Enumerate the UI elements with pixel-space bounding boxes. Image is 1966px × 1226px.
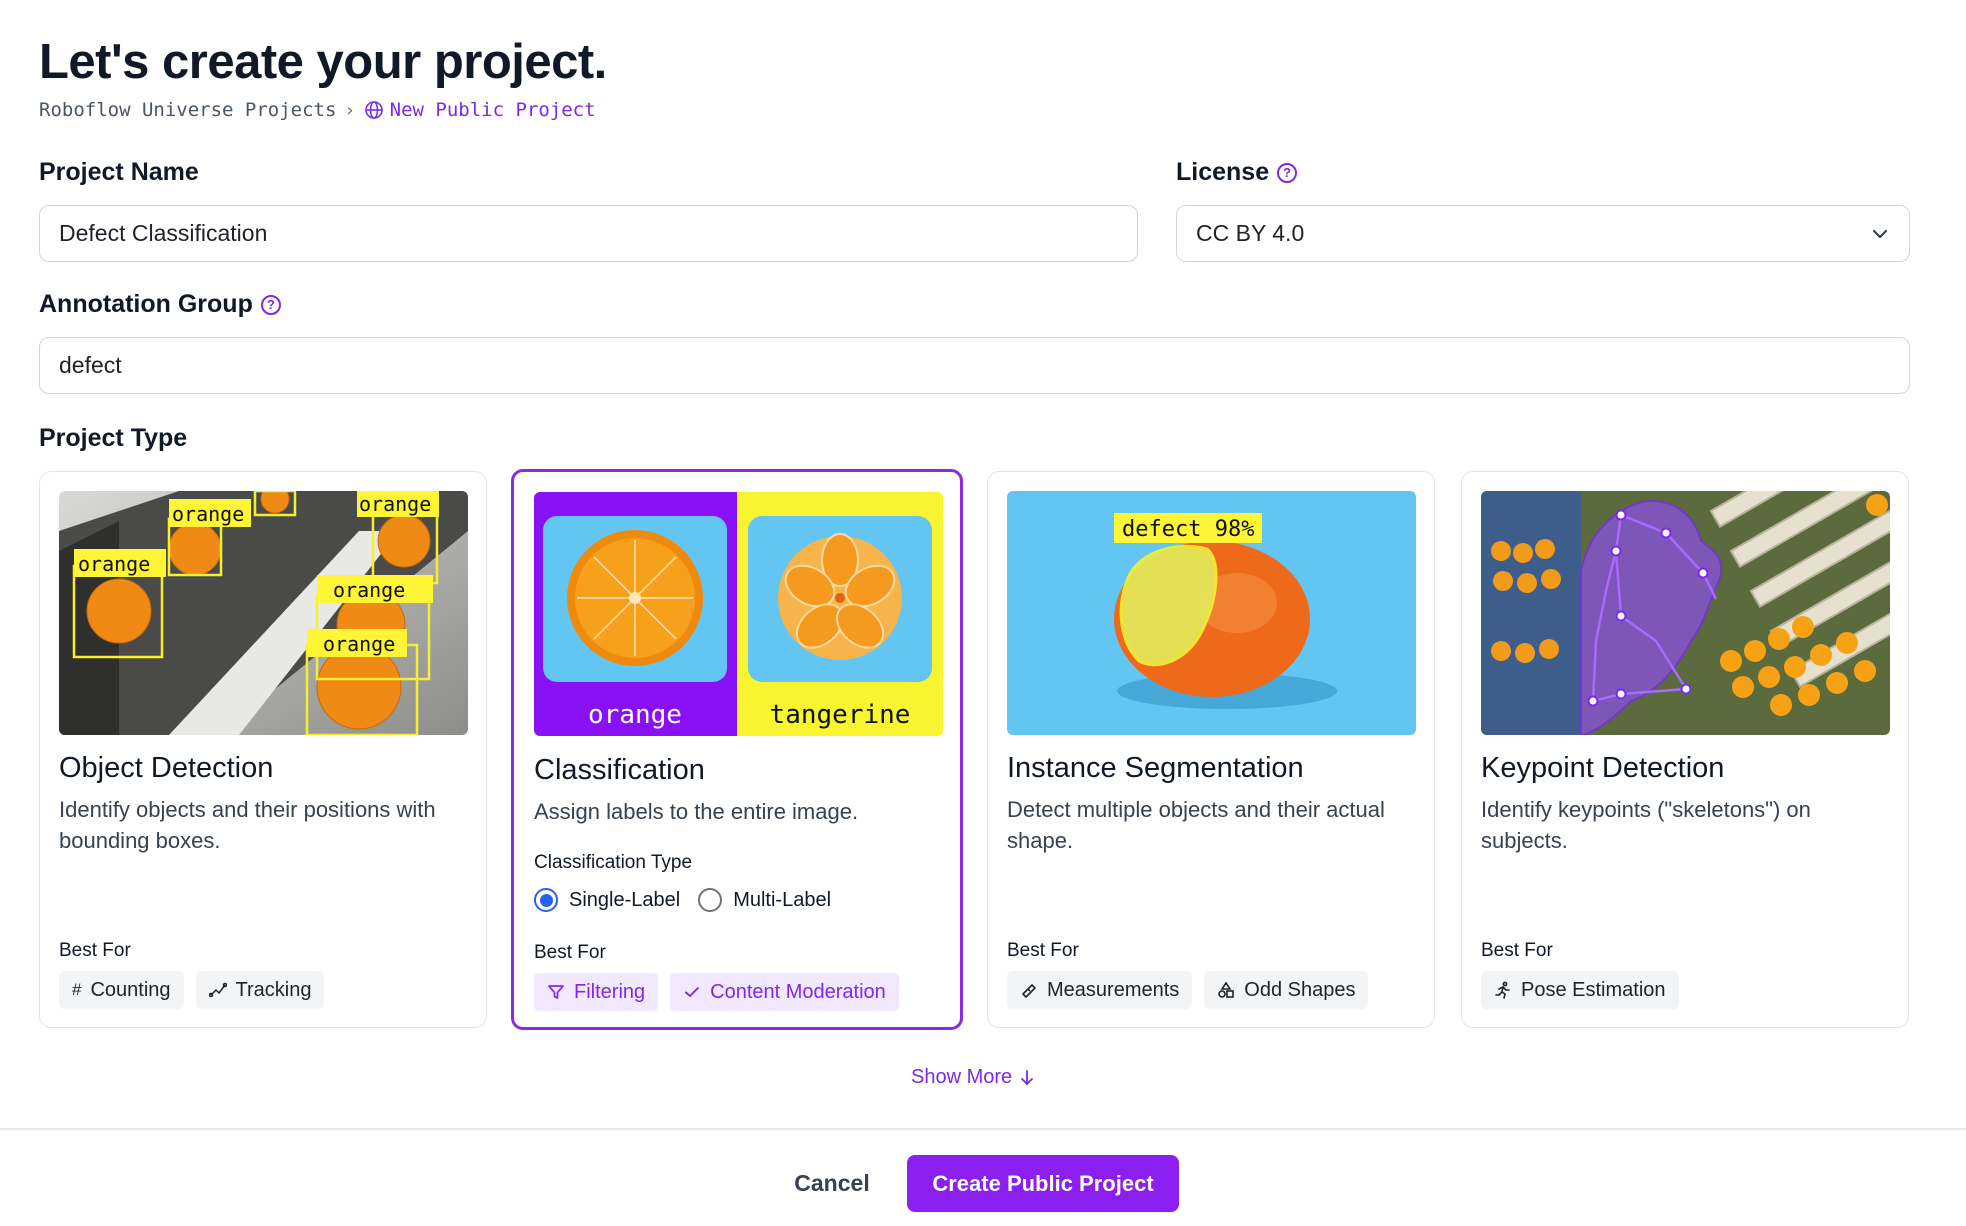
best-for-chips: # Counting Tracking [59, 971, 325, 1009]
project-name-label-text: Project Name [39, 158, 199, 186]
radio-label: Multi-Label [733, 888, 832, 911]
bbox-label-2: orange [172, 502, 244, 526]
bbox-label-5: orange [323, 632, 395, 656]
project-name-label: Project Name [39, 158, 199, 187]
project-type-card-keypoint-detection[interactable]: Keypoint Detection Identify keypoints ("… [1461, 471, 1909, 1028]
classification-image: orange tangerine [534, 492, 943, 736]
radio-single-label[interactable]: Single-Label [534, 888, 680, 912]
bbox-label-1: orange [78, 552, 150, 576]
chip-pose-estimation: Pose Estimation [1481, 971, 1679, 1009]
card-description: Assign labels to the entire image. [534, 799, 859, 824]
classification-type-radios: Single-Label Multi-Label [534, 888, 831, 912]
chip-tracking: Tracking [195, 971, 325, 1009]
chip-label: Pose Estimation [1521, 978, 1666, 1001]
chip-label: Odd Shapes [1244, 978, 1356, 1001]
radio-selected-icon [534, 888, 558, 912]
best-for-label: Best For [534, 942, 606, 963]
project-type-card-instance-segmentation[interactable]: defect 98% Instance Segmentation Detect … [987, 471, 1435, 1028]
person-running-icon [1494, 981, 1512, 999]
annotation-group-label: Annotation Group ? [39, 290, 281, 319]
footer-divider [0, 1128, 1966, 1130]
radio-multi-label[interactable]: Multi-Label [698, 888, 831, 912]
radio-label: Single-Label [569, 888, 681, 911]
show-more-button[interactable]: Show More [911, 1066, 1035, 1089]
cancel-button[interactable]: Cancel [772, 1155, 892, 1212]
license-select[interactable]: CC BY 4.0 [1176, 205, 1910, 262]
breadcrumb-chevron-icon: › [346, 99, 354, 121]
license-select-value: CC BY 4.0 [1196, 220, 1305, 246]
instance-segmentation-image: defect 98% [1007, 491, 1416, 735]
filter-icon [547, 983, 565, 1001]
best-for-label: Best For [1007, 940, 1079, 961]
class-label-orange: orange [588, 700, 682, 730]
project-type-label-text: Project Type [39, 424, 188, 452]
project-type-card-classification[interactable]: orange tangerine Classification Assign l… [511, 469, 963, 1030]
tracking-icon [208, 981, 227, 999]
create-public-project-button[interactable]: Create Public Project [907, 1155, 1179, 1212]
best-for-chips: Filtering Content Moderation [534, 973, 899, 1011]
chip-odd-shapes: Odd Shapes [1204, 971, 1369, 1009]
chip-label: Counting [90, 978, 171, 1001]
annotation-group-input[interactable] [39, 337, 1910, 394]
card-title: Keypoint Detection [1481, 752, 1725, 784]
arrow-down-icon [1021, 1069, 1034, 1085]
object-detection-image: orange orange orange orange orange [59, 491, 468, 735]
create-project-page: Let's create your project. Roboflow Univ… [0, 0, 1966, 1226]
show-more-label: Show More [911, 1066, 1013, 1088]
card-title: Object Detection [59, 752, 274, 784]
chip-filtering: Filtering [534, 973, 659, 1011]
chip-counting: # Counting [59, 971, 184, 1009]
globe-icon [364, 101, 383, 119]
best-for-chips: Measurements Odd Shapes [1007, 971, 1369, 1009]
card-title: Classification [534, 754, 705, 786]
bbox-label-4: orange [333, 578, 405, 602]
card-description: Identify keypoints ("skeletons") on subj… [1481, 797, 1811, 853]
card-title: Instance Segmentation [1007, 752, 1304, 784]
annotation-group-label-text: Annotation Group [39, 290, 253, 318]
chip-label: Tracking [235, 978, 312, 1001]
classification-type-label: Classification Type [534, 852, 693, 873]
project-type-label: Project Type [39, 424, 187, 453]
hash-icon: # [72, 980, 82, 999]
breadcrumb-current-label: New Public Project [389, 99, 596, 121]
radio-unselected-icon [698, 888, 723, 912]
card-description: Detect multiple objects and their actual… [1007, 797, 1385, 853]
card-description: Identify objects and their positions wit… [59, 797, 436, 853]
chip-content-moderation: Content Moderation [670, 973, 899, 1011]
best-for-label: Best For [1481, 940, 1553, 961]
help-icon[interactable]: ? [260, 294, 281, 315]
license-label: License ? [1176, 158, 1298, 187]
page-title: Let's create your project. [39, 35, 607, 89]
chip-measurements: Measurements [1007, 971, 1193, 1009]
shapes-icon [1217, 981, 1235, 999]
segmentation-label: defect 98% [1122, 517, 1254, 542]
check-icon [683, 983, 701, 1001]
license-label-text: License [1176, 158, 1270, 186]
help-icon[interactable]: ? [1277, 162, 1298, 183]
breadcrumb: Roboflow Universe Projects › New Public … [39, 99, 596, 121]
chip-label: Filtering [574, 980, 646, 1003]
breadcrumb-current: New Public Project [364, 99, 596, 121]
best-for-chips: Pose Estimation [1481, 971, 1679, 1009]
project-type-card-object-detection[interactable]: orange orange orange orange orange Objec… [39, 471, 487, 1028]
class-label-tangerine: tangerine [770, 700, 911, 730]
chevron-down-icon [1872, 229, 1888, 238]
keypoint-detection-image [1481, 491, 1890, 735]
breadcrumb-root-link[interactable]: Roboflow Universe Projects [39, 99, 336, 121]
ruler-icon [1020, 981, 1038, 999]
chip-label: Content Moderation [710, 980, 886, 1003]
best-for-label: Best For [59, 940, 131, 961]
bbox-label-3: orange [359, 492, 431, 516]
project-name-input[interactable] [39, 205, 1138, 262]
chip-label: Measurements [1047, 978, 1180, 1001]
